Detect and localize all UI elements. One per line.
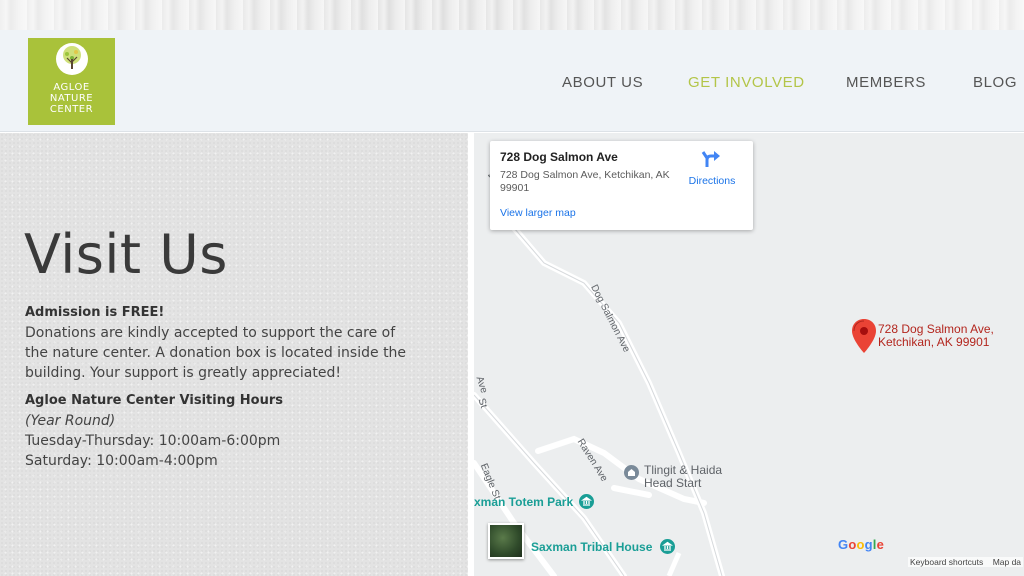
header-texture-band: [0, 0, 1024, 30]
nav-get-involved[interactable]: GET INVOLVED: [688, 74, 805, 91]
map-attribution: Keyboard shortcuts Map da: [908, 557, 1024, 567]
nav-about-us[interactable]: ABOUT US: [562, 74, 643, 91]
map-info-card: 728 Dog Salmon Ave 728 Dog Salmon Ave, K…: [490, 141, 753, 230]
poi-label: xman Totem Park: [474, 494, 574, 509]
site-logo[interactable]: AGLOE NATURE CENTER: [28, 38, 115, 125]
nav-blog[interactable]: BLOG: [973, 74, 1017, 91]
school-icon: [624, 465, 639, 481]
hours-note: (Year Round): [25, 413, 116, 429]
map-data-link[interactable]: Map da: [993, 557, 1021, 567]
landmark-icon: [578, 494, 594, 510]
poi-totem-park[interactable]: xman Totem Park: [474, 494, 594, 510]
admission-heading: Admission is FREE!: [25, 305, 165, 320]
directions-button[interactable]: Directions: [682, 149, 742, 187]
directions-label: Directions: [688, 175, 736, 187]
poi-label: Head Start: [644, 476, 702, 490]
poi-tribal-house[interactable]: Saxman Tribal House: [531, 539, 675, 555]
tree-icon: [55, 43, 88, 75]
hours-heading: Agloe Nature Center Visiting Hours: [25, 393, 284, 408]
visit-info-panel: Visit Us Admission is FREE! Donations ar…: [0, 133, 468, 576]
pin-label: 728 Dog Salmon Ave, Ketchikan, AK 99901: [878, 323, 994, 349]
visit-info: Admission is FREE! Donations are kindly …: [25, 303, 445, 471]
directions-icon: [701, 151, 720, 167]
poi-tlingit-haida[interactable]: Tlingit & Haida Head Start: [624, 464, 722, 490]
hours-line: Saturday: 10:00am-4:00pm: [25, 453, 218, 469]
admission-line: building. Your support is greatly apprec…: [25, 365, 341, 381]
pin-label-line: Ketchikan, AK 99901: [878, 335, 990, 349]
map-place-title: 728 Dog Salmon Ave: [500, 150, 618, 164]
poi-label: Saxman Tribal House: [531, 539, 653, 554]
admission-line: the nature center. A donation box is loc…: [25, 345, 407, 361]
view-larger-map-link[interactable]: View larger map: [500, 207, 576, 219]
landmark-icon: [659, 539, 675, 555]
location-pin-icon[interactable]: [852, 319, 876, 358]
google-logo: Google: [838, 537, 885, 552]
nav-members[interactable]: MEMBERS: [846, 74, 926, 91]
embedded-map[interactable]: Dog Salmon Ave Raven Ave Eagle St Ave Av…: [468, 133, 1024, 576]
admission-line: Donations are kindly accepted to support…: [25, 325, 396, 341]
page-title: Visit Us: [24, 223, 228, 286]
satellite-view-toggle[interactable]: [488, 523, 524, 559]
site-header: AGLOE NATURE CENTER ABOUT US GET INVOLVE…: [0, 30, 1024, 132]
map-place-address: 728 Dog Salmon Ave, Ketchikan, AK 99901: [500, 169, 670, 194]
hours-line: Tuesday-Thursday: 10:00am-6:00pm: [25, 433, 281, 449]
logo-text: AGLOE NATURE CENTER: [49, 82, 94, 115]
keyboard-shortcuts-link[interactable]: Keyboard shortcuts: [910, 557, 983, 567]
